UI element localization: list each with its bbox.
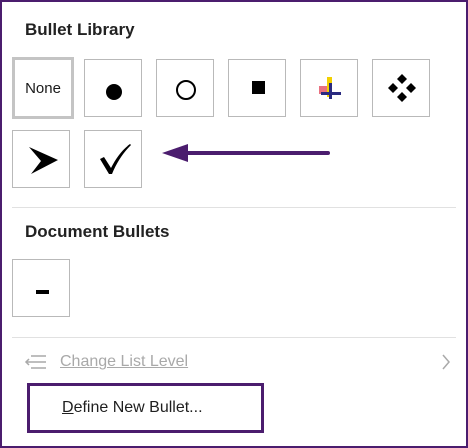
bullet-menu-panel: Bullet Library None Document Bullets Cha…	[0, 0, 468, 448]
filled-circle-icon	[106, 84, 122, 100]
change-list-level-label: Change List Level	[60, 353, 189, 370]
document-bullets-heading: Document Bullets	[25, 222, 170, 241]
colorful-cross-icon	[319, 77, 341, 99]
bullet-colorful-cross-option[interactable]	[300, 59, 358, 117]
bullet-hollow-circle-option[interactable]	[156, 59, 214, 117]
dash-icon	[36, 290, 49, 294]
filled-square-icon	[252, 81, 265, 94]
bullet-none-option[interactable]: None	[12, 57, 74, 119]
define-new-bullet-text: efine New Bullet...	[73, 399, 203, 416]
bullet-filled-square-option[interactable]	[228, 59, 286, 117]
list-level-icon	[24, 355, 46, 369]
arrowhead-icon	[29, 147, 58, 174]
diamond-dots-icon	[388, 74, 416, 102]
annotation-arrow-icon	[162, 144, 330, 162]
document-bullet-dash-option[interactable]	[12, 259, 70, 317]
define-new-bullet-accesskey: D	[62, 399, 74, 416]
bullet-arrowhead-option[interactable]	[12, 130, 70, 188]
change-list-level-item[interactable]: Change List Level	[24, 346, 464, 378]
chevron-right-icon	[442, 354, 450, 370]
bullet-filled-circle-option[interactable]	[84, 59, 142, 117]
bullet-diamond-dots-option[interactable]	[372, 59, 430, 117]
checkmark-icon	[100, 144, 131, 174]
bullet-library-heading: Bullet Library	[25, 20, 135, 39]
section-divider	[12, 207, 456, 208]
hollow-circle-icon	[176, 80, 196, 100]
bullet-checkmark-option[interactable]	[84, 130, 142, 188]
define-new-bullet-label: Define New Bullet...	[62, 399, 203, 417]
none-label: None	[25, 79, 61, 97]
define-new-bullet-item[interactable]: Define New Bullet...	[27, 383, 264, 433]
section-divider	[12, 337, 456, 338]
